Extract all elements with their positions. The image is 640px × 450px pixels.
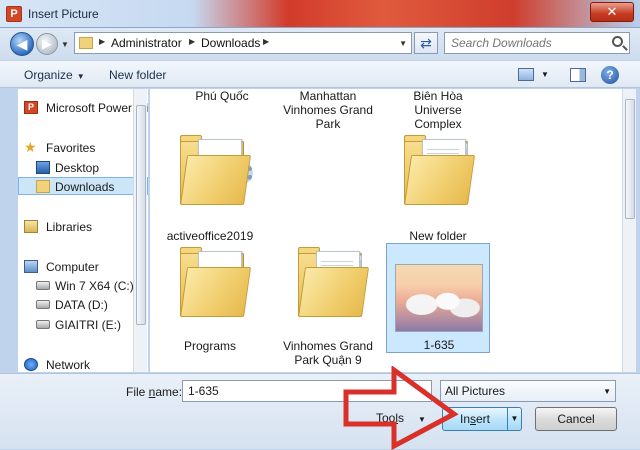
folder-icon bbox=[180, 247, 252, 317]
file-name-line: Manhattan bbox=[299, 89, 357, 103]
file-tile-manhattan[interactable]: Manhattan Vinhomes Grand Park bbox=[276, 89, 380, 131]
file-name-line: Park Quận 9 bbox=[294, 353, 362, 367]
sidebar-item-network[interactable]: Network bbox=[18, 356, 148, 372]
file-name-line: Vinhomes Grand bbox=[283, 339, 373, 353]
sidebar-item-label: Network bbox=[46, 358, 91, 372]
file-name-line: Universe bbox=[414, 103, 462, 117]
chevron-right-icon[interactable]: ▶ bbox=[263, 37, 269, 46]
insert-options-dropdown[interactable]: ▼ bbox=[507, 408, 521, 430]
recent-locations-dropdown[interactable]: ▼ bbox=[61, 40, 69, 49]
library-icon bbox=[24, 220, 38, 233]
sidebar-item-label: GIAITRI (E:) bbox=[55, 318, 121, 332]
sidebar-item-libraries[interactable]: Libraries bbox=[18, 218, 148, 236]
drive-icon bbox=[36, 320, 50, 329]
breadcrumb-segment[interactable]: Administrator bbox=[111, 36, 182, 50]
forward-button[interactable]: ▶ bbox=[36, 33, 58, 55]
sidebar-item-desktop[interactable]: Desktop bbox=[18, 159, 148, 177]
window-title: Insert Picture bbox=[28, 7, 99, 21]
file-name-line: Park bbox=[315, 117, 341, 131]
scrollbar-thumb[interactable] bbox=[625, 99, 635, 219]
chevron-right-icon[interactable]: ▶ bbox=[99, 37, 105, 46]
file-tile-1-635[interactable]: 1-635 bbox=[386, 243, 490, 353]
address-dropdown-icon[interactable]: ▼ bbox=[399, 39, 407, 48]
address-row: ◀ ▶ ▼ ▶ Administrator ▶ Downloads ▶ ▼ ⇄ bbox=[0, 28, 640, 60]
file-name: activeoffice2019 bbox=[166, 229, 254, 243]
help-icon[interactable]: ? bbox=[601, 66, 619, 84]
sidebar-item-label: Win 7 X64 (C:) bbox=[55, 279, 134, 293]
folder-icon bbox=[180, 135, 253, 205]
annotation-arrow bbox=[343, 366, 459, 450]
file-tile-activeoffice2019[interactable]: activeoffice2019 bbox=[158, 133, 262, 243]
folder-icon bbox=[404, 135, 476, 205]
organize-label: Organize bbox=[24, 68, 73, 82]
sidebar-item-label: Computer bbox=[46, 260, 99, 274]
file-name-line: Vinhomes Grand bbox=[283, 103, 373, 117]
downloads-folder-icon bbox=[36, 180, 50, 193]
sidebar-item-computer[interactable]: Computer bbox=[18, 258, 148, 276]
chevron-down-icon[interactable]: ▼ bbox=[603, 387, 611, 396]
sidebar-item-label: Libraries bbox=[46, 220, 93, 234]
sidebar-item-label: Desktop bbox=[55, 161, 100, 175]
desktop-icon bbox=[36, 161, 50, 174]
sidebar-item-label: DATA (D:) bbox=[55, 298, 108, 312]
navigation-scrollbar[interactable] bbox=[133, 89, 147, 372]
file-name: Phú Quốc bbox=[195, 89, 249, 103]
file-name-value[interactable]: 1-635 bbox=[188, 384, 219, 398]
sidebar-item-favorites[interactable]: ★ Favorites bbox=[18, 139, 148, 157]
organize-button[interactable]: Organize ▼ bbox=[24, 68, 85, 82]
view-options-dropdown[interactable]: ▼ bbox=[541, 70, 549, 79]
file-tile-vinhomes-quan-9[interactable]: Vinhomes Grand Park Quận 9 bbox=[276, 243, 380, 367]
refresh-button[interactable]: ⇄ bbox=[414, 32, 438, 54]
file-name-line: Biên Hòa bbox=[413, 89, 463, 103]
change-view-icon[interactable] bbox=[518, 68, 534, 81]
file-tile-new-folder[interactable]: New folder bbox=[386, 133, 490, 243]
sidebar-item-powerpoint[interactable]: P Microsoft PowerPoint bbox=[18, 99, 148, 117]
file-tile-phu-quoc[interactable]: Phú Quốc bbox=[170, 89, 274, 105]
chevron-right-icon[interactable]: ▶ bbox=[189, 37, 195, 46]
image-thumbnail bbox=[395, 264, 483, 332]
file-tile-bien-hoa[interactable]: Biên Hòa Universe Complex bbox=[386, 89, 490, 131]
drive-icon bbox=[36, 281, 50, 290]
navigation-pane: P Microsoft PowerPoint ★ Favorites Deskt… bbox=[18, 89, 148, 372]
file-list-scrollbar[interactable] bbox=[622, 89, 636, 372]
file-name-label: File name: bbox=[126, 385, 183, 399]
folder-icon bbox=[79, 37, 93, 49]
file-name: New folder bbox=[409, 229, 467, 243]
powerpoint-icon: P bbox=[24, 101, 38, 114]
chevron-down-icon: ▼ bbox=[76, 72, 85, 81]
drive-icon bbox=[36, 300, 50, 309]
preview-pane-icon[interactable] bbox=[570, 68, 586, 82]
sidebar-item-downloads[interactable]: Downloads bbox=[18, 177, 148, 195]
search-box[interactable] bbox=[444, 32, 630, 54]
cancel-button[interactable]: Cancel bbox=[535, 407, 617, 431]
folder-icon bbox=[298, 247, 370, 317]
powerpoint-app-icon: P bbox=[6, 6, 22, 22]
sidebar-item-drive-d[interactable]: DATA (D:) bbox=[18, 296, 148, 314]
address-bar[interactable]: ▶ Administrator ▶ Downloads ▶ ▼ bbox=[74, 32, 412, 54]
new-folder-button[interactable]: New folder bbox=[109, 68, 166, 82]
sidebar-item-label: Downloads bbox=[55, 180, 115, 194]
close-button[interactable]: ✕ bbox=[590, 2, 634, 22]
computer-icon bbox=[24, 260, 38, 273]
command-bar: Organize ▼ New folder ▼ ? bbox=[0, 60, 640, 88]
file-list: Phú Quốc Manhattan Vinhomes Grand Park B… bbox=[150, 89, 622, 372]
sidebar-item-drive-e[interactable]: GIAITRI (E:) bbox=[18, 316, 148, 334]
search-icon[interactable] bbox=[612, 36, 623, 47]
sidebar-item-drive-c[interactable]: Win 7 X64 (C:) bbox=[18, 277, 148, 295]
scrollbar-thumb[interactable] bbox=[136, 105, 146, 325]
sidebar-item-label: Favorites bbox=[46, 141, 96, 155]
network-icon bbox=[24, 358, 38, 371]
file-name: 1-635 bbox=[423, 338, 455, 352]
back-button[interactable]: ◀ bbox=[10, 32, 34, 56]
dialog-footer: File name: 1-635 ▼ All Pictures ▼ Tools ▼… bbox=[0, 373, 640, 449]
file-type-select[interactable]: All Pictures ▼ bbox=[440, 380, 616, 402]
title-bar: P Insert Picture ✕ bbox=[0, 0, 640, 28]
file-tile-programs[interactable]: Programs bbox=[158, 243, 262, 353]
search-input[interactable] bbox=[445, 33, 607, 53]
file-name: Programs bbox=[183, 339, 236, 353]
star-icon: ★ bbox=[24, 139, 37, 155]
file-name-line: Complex bbox=[414, 117, 462, 131]
breadcrumb-segment[interactable]: Downloads bbox=[201, 36, 260, 50]
